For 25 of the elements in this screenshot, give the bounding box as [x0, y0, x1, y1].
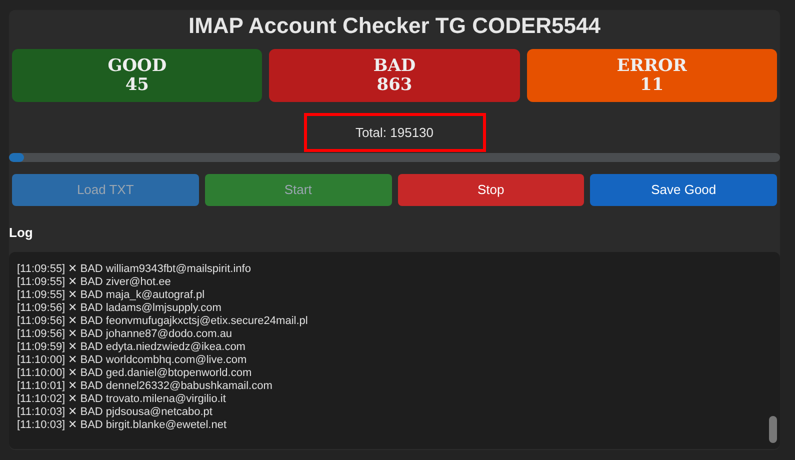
- log-heading: Log: [9, 224, 34, 242]
- log-line: [11:09:59] ✕ BAD edyta.niedzwiedz@ikea.com: [17, 340, 246, 354]
- stat-label: GOOD: [108, 56, 167, 76]
- stat-label: BAD: [373, 56, 416, 76]
- log-line: [11:10:01] ✕ BAD dennel26332@babushkamail.com: [17, 380, 274, 392]
- log-line: [11:10:03] ✕ BAD birgit.blanke@ewetel.net: [17, 418, 228, 432]
- log-line: [11:10:00] ✕ BAD worldcombhq.com@live.com: [17, 354, 248, 366]
- total-count: Total: 195130: [304, 113, 486, 152]
- log-line: [11:10:02] ✕ BAD trovato.milena@virgilio.it: [17, 392, 227, 406]
- stat-label: ERROR: [616, 56, 687, 76]
- log-line: [11:10:00] ✕ BAD ged.daniel@btopenworld.com: [17, 366, 253, 380]
- log-line: [11:09:55] ✕ BAD maja_k@autograf.pl: [17, 288, 206, 302]
- stat-value: 45: [125, 76, 149, 94]
- stat-value: 11: [640, 76, 664, 94]
- log-line: [11:10:03] ✕ BAD pjdsousa@netcabo.pt: [17, 406, 214, 418]
- app-title: IMAP Account Checker TG CODER5544: [187, 12, 602, 40]
- log-line: [11:09:56] ✕ BAD ladams@lmjsupply.com: [17, 302, 222, 314]
- log-line: [11:09:55] ✕ BAD william9343fbt@mailspirit.info: [17, 262, 252, 276]
- stat-value: 863: [376, 76, 412, 94]
- log-line: [11:09:55] ✕ BAD ziver@hot.ee: [17, 276, 172, 288]
- action-button[interactable]: Stop: [398, 174, 584, 206]
- action-button[interactable]: Save Good: [590, 174, 777, 206]
- log-line: [11:09:56] ✕ BAD feonvmufugajkxctsj@etix.secure24mail.pl: [17, 314, 309, 328]
- log-line: [11:09:56] ✕ BAD johanne87@dodo.com.au: [17, 328, 234, 340]
- scrollbar-thumb[interactable]: [769, 416, 777, 443]
